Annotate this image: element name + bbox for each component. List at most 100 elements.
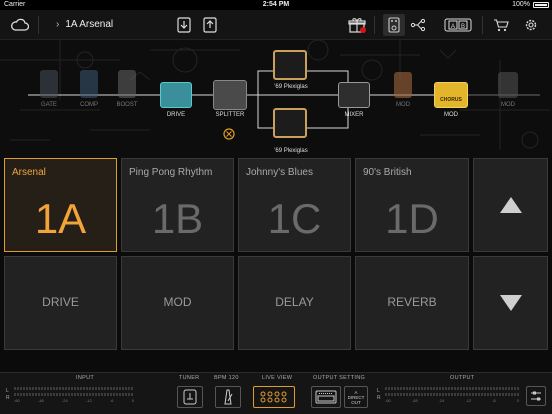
share-icon <box>203 17 217 33</box>
gate-pedal[interactable] <box>40 70 58 98</box>
tuner-label: TUNER <box>179 375 200 381</box>
ab-switch-button[interactable]: A B <box>443 14 473 36</box>
cloud-icon <box>11 18 29 31</box>
gift-button[interactable] <box>346 14 368 36</box>
meter-tick: 0 <box>516 398 519 403</box>
comp-label: COMP <box>80 102 98 108</box>
preset-tile-1d[interactable]: 90's British 1D <box>355 158 469 252</box>
mixer-block[interactable] <box>338 82 370 108</box>
direct-out-label: DIRECT OUT <box>347 394 365 405</box>
footswitch-reverb[interactable]: REVERB <box>355 256 469 350</box>
chorus-pedal-text: CHORUS <box>440 97 462 103</box>
top-toolbar: › 1A Arsenal A B <box>0 10 552 40</box>
preset-tile-1c[interactable]: Johnny's Blues 1C <box>238 158 351 252</box>
toolbar-divider <box>38 16 39 34</box>
output-label: OUTPUT <box>450 375 475 381</box>
toolbar-divider <box>482 16 483 34</box>
download-icon <box>177 17 191 33</box>
chorus-pedal[interactable]: CHORUS <box>434 82 468 108</box>
output-meter: -60 -48 -24 -12 -6 0 <box>385 387 519 403</box>
svg-text:A: A <box>451 24 455 30</box>
gift-icon <box>348 18 366 33</box>
preset-tile-1a[interactable]: Arsenal 1A <box>4 158 117 252</box>
drive-label: DRIVE <box>166 112 186 118</box>
output-right-channel: R <box>377 395 381 401</box>
mod-label: MOD <box>444 112 458 118</box>
tuner-button[interactable] <box>177 386 203 408</box>
cloud-button[interactable] <box>9 14 31 36</box>
footswitch-label: MOD <box>163 295 192 309</box>
mod-pedal-inactive[interactable] <box>394 72 412 98</box>
footswitch-drive[interactable]: DRIVE <box>4 256 117 350</box>
meter-tick: -60 <box>14 398 20 403</box>
output-setting-label: OUTPUT SETTING <box>313 375 366 381</box>
input-left-channel: L <box>6 388 9 394</box>
amp-b-label: '69 Plexiglas <box>274 148 308 154</box>
meter-tick: 0 <box>131 398 134 403</box>
mixer-sliders-button[interactable] <box>526 386 546 406</box>
splitter-block[interactable] <box>213 80 247 110</box>
settings-button[interactable] <box>520 14 542 36</box>
toolbar-divider <box>374 16 375 34</box>
amp-output-button[interactable] <box>311 386 341 408</box>
gate-label: GATE <box>41 102 57 108</box>
view-pedalboard-button[interactable] <box>383 14 405 36</box>
preset-name: Ping Pong Rhythm <box>129 167 213 178</box>
ab-switch-icon: A B <box>444 18 472 32</box>
footswitch-mod[interactable]: MOD <box>121 256 234 350</box>
preset-code: 1D <box>385 195 439 242</box>
live-view-button[interactable] <box>253 386 295 408</box>
preset-title: 1A Arsenal <box>65 19 114 30</box>
preset-tile-1b[interactable]: Ping Pong Rhythm 1B <box>121 158 234 252</box>
chevron-right-icon: › <box>56 19 60 30</box>
preset-code: 1C <box>267 195 322 242</box>
input-label: INPUT <box>76 375 94 381</box>
mod-right-label: MOD <box>501 102 515 108</box>
footswitch-label: DRIVE <box>42 295 79 309</box>
bank-up-button[interactable] <box>473 158 548 252</box>
triangle-up-icon <box>499 197 522 213</box>
meter-tick: -24 <box>438 398 445 403</box>
preset-code: 1A <box>34 195 87 242</box>
direct-out-button[interactable]: A DIRECT OUT <box>344 386 368 408</box>
footswitch-delay[interactable]: DELAY <box>238 256 351 350</box>
bpm-label: BPM 120 <box>214 375 239 381</box>
store-button[interactable] <box>490 14 512 36</box>
mod-pedal-right[interactable] <box>498 72 518 98</box>
meter-tick: -6 <box>109 398 114 403</box>
tempo-button[interactable] <box>215 386 241 408</box>
bank-down-button[interactable] <box>473 256 548 350</box>
meter-tick: -6 <box>492 398 496 403</box>
amp-icon <box>315 390 337 404</box>
splitter-label: SPLITTER <box>215 112 245 118</box>
svg-text:B: B <box>461 24 465 30</box>
boost-pedal[interactable] <box>118 70 136 98</box>
bottom-bar: INPUT L R -60 -48 -24 -12 -6 0 TUNER BPM… <box>0 372 552 414</box>
boost-label: BOOST <box>116 102 138 108</box>
share-button[interactable] <box>199 14 221 36</box>
signal-chain-button[interactable] <box>407 14 429 36</box>
save-button[interactable] <box>173 14 195 36</box>
preset-code: 1B <box>151 195 204 242</box>
status-bar: Carrier 2:54 PM 100% <box>0 0 552 10</box>
signal-chain: GATE COMP BOOST DRIVE SPLITTER '69 Plexi… <box>0 40 552 158</box>
footswitch-label: DELAY <box>275 295 314 309</box>
pedal-icon <box>388 17 400 33</box>
meter-tick: -24 <box>61 398 68 403</box>
live-view-label: LIVE VIEW <box>262 375 293 381</box>
battery-icon <box>533 2 549 8</box>
comp-pedal[interactable] <box>80 70 98 98</box>
meter-tick: -60 <box>385 398 391 403</box>
triangle-down-icon <box>499 295 522 311</box>
mod-inactive-label: MOD <box>396 102 410 108</box>
input-right-channel: R <box>6 395 10 401</box>
tuner-icon <box>183 389 197 405</box>
meter-tick: -48 <box>411 398 418 403</box>
amp-a[interactable] <box>273 50 307 80</box>
preset-selector[interactable]: › 1A Arsenal <box>56 19 113 30</box>
amp-b[interactable] <box>273 108 307 138</box>
sliders-icon <box>531 391 541 401</box>
metronome-icon <box>224 389 233 405</box>
footswitch-grid-icon <box>260 391 287 403</box>
drive-pedal[interactable] <box>160 82 192 108</box>
